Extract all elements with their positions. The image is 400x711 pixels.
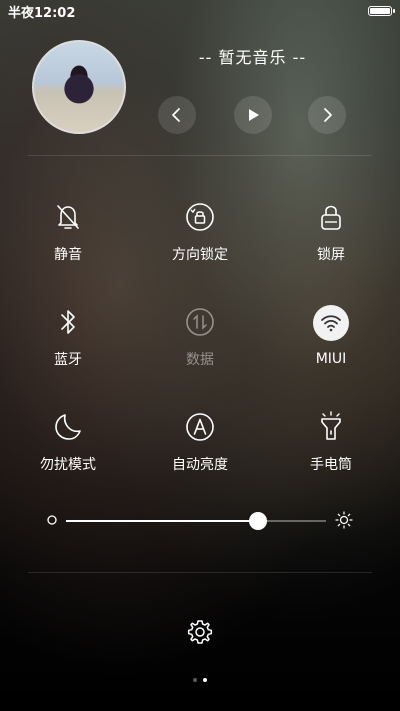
wifi-icon (313, 305, 349, 341)
mobile-data-icon (183, 305, 217, 339)
status-bar: 半夜12:02 (0, 0, 400, 22)
toggle-flashlight[interactable]: 手电筒 (276, 410, 386, 474)
play-icon (249, 109, 259, 121)
brightness-slider-knob[interactable] (249, 512, 267, 530)
toggle-label: 方向锁定 (172, 247, 228, 263)
flashlight-icon (314, 410, 348, 444)
album-art[interactable] (32, 40, 126, 134)
toggle-auto-brightness[interactable]: 自动亮度 (145, 410, 255, 474)
page-dot (203, 678, 207, 682)
page-dot (193, 678, 197, 682)
divider (28, 155, 372, 156)
toggle-bluetooth[interactable]: 蓝牙 (13, 305, 123, 369)
status-time: 半夜12:02 (8, 5, 76, 21)
toggle-label: 数据 (186, 352, 214, 368)
brightness-low-icon (47, 515, 57, 525)
moon-icon (51, 410, 85, 444)
bell-off-icon (51, 200, 85, 234)
next-track-button[interactable] (308, 96, 346, 134)
toggle-lock-screen[interactable]: 锁屏 (276, 200, 386, 264)
brightness-slider-fill (66, 520, 258, 522)
toggle-mute[interactable]: 静音 (13, 200, 123, 264)
toggle-mobile-data[interactable]: 数据 (145, 305, 255, 369)
toggle-label: 静音 (54, 247, 82, 263)
toggle-label: 锁屏 (317, 247, 345, 263)
toggle-label: 手电筒 (310, 457, 352, 473)
lock-icon (314, 200, 348, 234)
toggle-label: MIUI (315, 351, 347, 367)
toggle-wifi[interactable]: MIUI (276, 305, 386, 367)
battery-icon (368, 6, 395, 16)
chevron-left-icon (172, 108, 180, 122)
previous-track-button[interactable] (158, 96, 196, 134)
toggle-label: 自动亮度 (172, 457, 228, 473)
brightness-slider[interactable] (66, 512, 326, 530)
toggle-label: 蓝牙 (54, 352, 82, 368)
play-button[interactable] (234, 96, 272, 134)
toggle-do-not-disturb[interactable]: 勿扰模式 (13, 410, 123, 474)
divider (28, 572, 372, 573)
toggle-rotation-lock[interactable]: 方向锁定 (145, 200, 255, 264)
auto-brightness-icon (183, 410, 217, 444)
brightness-high-icon (335, 511, 353, 529)
chevron-right-icon (324, 108, 332, 122)
gear-icon[interactable] (187, 619, 213, 645)
rotation-lock-icon (183, 200, 217, 234)
toggle-label: 勿扰模式 (40, 457, 96, 473)
bluetooth-icon (51, 305, 85, 339)
music-title: -- 暂无音乐 -- (198, 48, 307, 67)
